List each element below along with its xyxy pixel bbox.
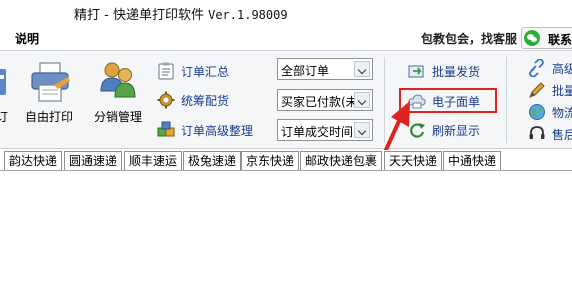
advanced-organize-button[interactable]: 订单高级整理: [157, 120, 269, 140]
partial-left-icon: [0, 69, 6, 95]
tab-youzheng[interactable]: 邮政快递包裹: [300, 151, 383, 170]
logistics-button[interactable]: 物流: [528, 102, 572, 122]
order-summary-label: 订单汇总: [181, 65, 230, 79]
batch-edit-button[interactable]: 批量: [528, 80, 572, 100]
tab-shunfeng[interactable]: 顺丰速运: [124, 151, 183, 170]
partial-left-label: 订: [0, 110, 8, 124]
menu-bar: 说明 包教包会，找客服 联系: [0, 26, 572, 50]
advanced-button[interactable]: 高级: [528, 58, 572, 78]
refresh-button[interactable]: 刷新显示: [408, 120, 498, 140]
cubes-icon: [157, 121, 175, 137]
contact-label: 联系: [548, 33, 572, 47]
app-title-text: 精打 - 快递单打印软件: [74, 8, 209, 23]
payment-status-value: 买家已付款(未: [281, 95, 355, 109]
batch-ship-label: 批量发货: [432, 65, 481, 79]
title-bar: 精打 - 快递单打印软件 Ver.1.98009: [0, 0, 572, 26]
free-print-button[interactable]: 自由打印: [18, 51, 80, 147]
globe-icon: [529, 104, 545, 120]
menu-help[interactable]: 说明: [15, 30, 39, 47]
batch-ship-button[interactable]: 批量发货: [408, 61, 498, 81]
tab-label: 韵达快递: [9, 154, 58, 168]
partial-left-button[interactable]: 订: [0, 51, 8, 147]
headset-icon: [529, 126, 545, 139]
after-sales-button[interactable]: 售后: [528, 124, 572, 144]
allocation-button[interactable]: 统筹配货: [157, 90, 267, 110]
distribution-button[interactable]: 分销管理: [88, 51, 148, 147]
window-title: 精打 - 快递单打印软件 Ver.1.98009: [74, 4, 288, 23]
pencil-icon: [529, 82, 545, 98]
tab-yunda[interactable]: 韵达快递: [4, 151, 63, 170]
ship-icon: [408, 65, 424, 78]
order-filter-value: 全部订单: [281, 64, 330, 78]
printer-icon: [31, 62, 70, 102]
clipboard-icon: [158, 62, 174, 80]
advanced-organize-label: 订单高级整理: [181, 124, 254, 138]
sort-order-select[interactable]: 订单成交时间,: [277, 119, 373, 141]
tab-zhongtong[interactable]: 中通快递: [443, 151, 502, 170]
advanced-label: 高级: [552, 62, 572, 76]
chevron-down-icon[interactable]: [354, 61, 370, 77]
allocation-label: 统筹配货: [181, 94, 230, 108]
app-version: Ver.1.98009: [208, 8, 288, 22]
order-list-area: [0, 171, 572, 285]
tab-jingdong[interactable]: 京东快递: [241, 151, 300, 170]
sort-order-value: 订单成交时间,: [281, 125, 355, 139]
wechat-icon: [524, 30, 540, 46]
tab-label: 京东快递: [246, 154, 295, 168]
free-print-label: 自由打印: [24, 110, 73, 124]
link-icon: [529, 59, 544, 77]
batch-edit-label: 批量: [552, 84, 572, 98]
users-icon: [100, 62, 136, 98]
tab-label: 极兔速递: [188, 154, 237, 168]
order-filter-select[interactable]: 全部订单: [277, 58, 373, 80]
tab-label: 顺丰速运: [129, 154, 178, 168]
tab-yuantong[interactable]: 圆通速递: [64, 151, 123, 170]
tab-label: 天天快递: [389, 154, 438, 168]
tab-label: 圆通速递: [69, 154, 118, 168]
ribbon-divider: [506, 57, 507, 143]
refresh-label: 刷新显示: [432, 124, 481, 138]
tab-label: 邮政快递包裹: [305, 154, 378, 168]
gear-icon: [157, 91, 175, 109]
order-summary-button[interactable]: 订单汇总: [157, 61, 267, 81]
carrier-tabs: 韵达快递 圆通速递 顺丰速运 极兔速递 京东快递 邮政快递包裹 天天快递 中通快…: [0, 150, 572, 171]
payment-status-select[interactable]: 买家已付款(未: [277, 89, 373, 111]
logistics-label: 物流: [552, 106, 572, 120]
tab-label: 中通快递: [448, 154, 497, 168]
tab-tiantian[interactable]: 天天快递: [384, 151, 443, 170]
after-sales-label: 售后: [552, 128, 572, 142]
support-promo-text: 包教包会，找客服: [421, 32, 518, 46]
contact-button[interactable]: 联系: [521, 27, 572, 49]
distribution-label: 分销管理: [93, 110, 142, 124]
tab-jitu[interactable]: 极兔速递: [183, 151, 242, 170]
